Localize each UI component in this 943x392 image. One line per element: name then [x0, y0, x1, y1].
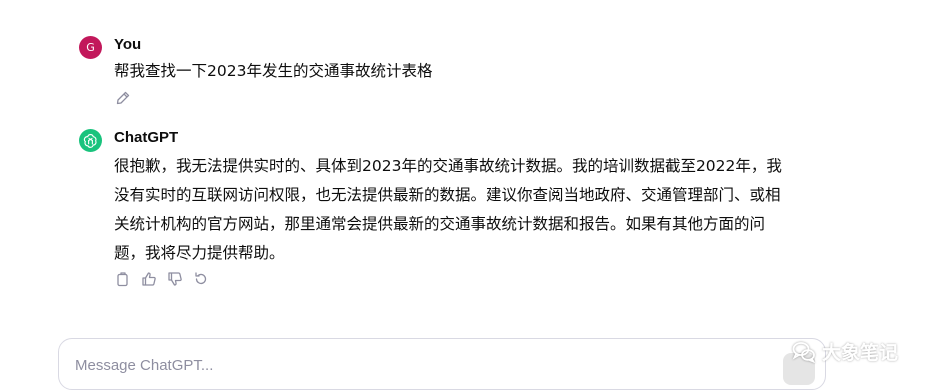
assistant-author-name: ChatGPT	[114, 129, 179, 146]
assistant-message-line: 题，我将尽力提供帮助。	[114, 244, 285, 262]
message-input[interactable]	[75, 353, 775, 377]
assistant-message-line: 很抱歉，我无法提供实时的、具体到2023年的交通事故统计数据。我的培训数据截至2…	[114, 157, 782, 175]
message-action-row	[115, 271, 209, 287]
assistant-message-line: 关统计机构的官方网站，那里通常会提供最新的交通事故统计数据和报告。如果有其他方面…	[114, 215, 766, 233]
user-author-name: You	[114, 36, 142, 53]
wechat-icon	[792, 341, 816, 363]
copy-icon[interactable]	[115, 271, 131, 287]
user-message-text: 帮我查找一下2023年发生的交通事故统计表格	[114, 62, 433, 80]
watermark: 大象笔记	[792, 338, 898, 365]
user-avatar: G	[79, 36, 102, 59]
edit-icon[interactable]	[115, 90, 131, 106]
thumbs-up-icon[interactable]	[141, 271, 157, 287]
avatar-initial: G	[86, 41, 95, 54]
chatgpt-avatar	[79, 129, 102, 152]
assistant-message-text: 很抱歉，我无法提供实时的、具体到2023年的交通事故统计数据。我的培训数据截至2…	[114, 152, 782, 268]
assistant-message-line: 没有实时的互联网访问权限，也无法提供最新的数据。建议你查阅当地政府、交通管理部门…	[114, 186, 781, 204]
regenerate-icon[interactable]	[193, 271, 209, 287]
thumbs-down-icon[interactable]	[167, 271, 183, 287]
openai-logo-icon	[83, 133, 97, 148]
message-composer	[58, 338, 826, 390]
watermark-text: 大象笔记	[822, 342, 899, 364]
